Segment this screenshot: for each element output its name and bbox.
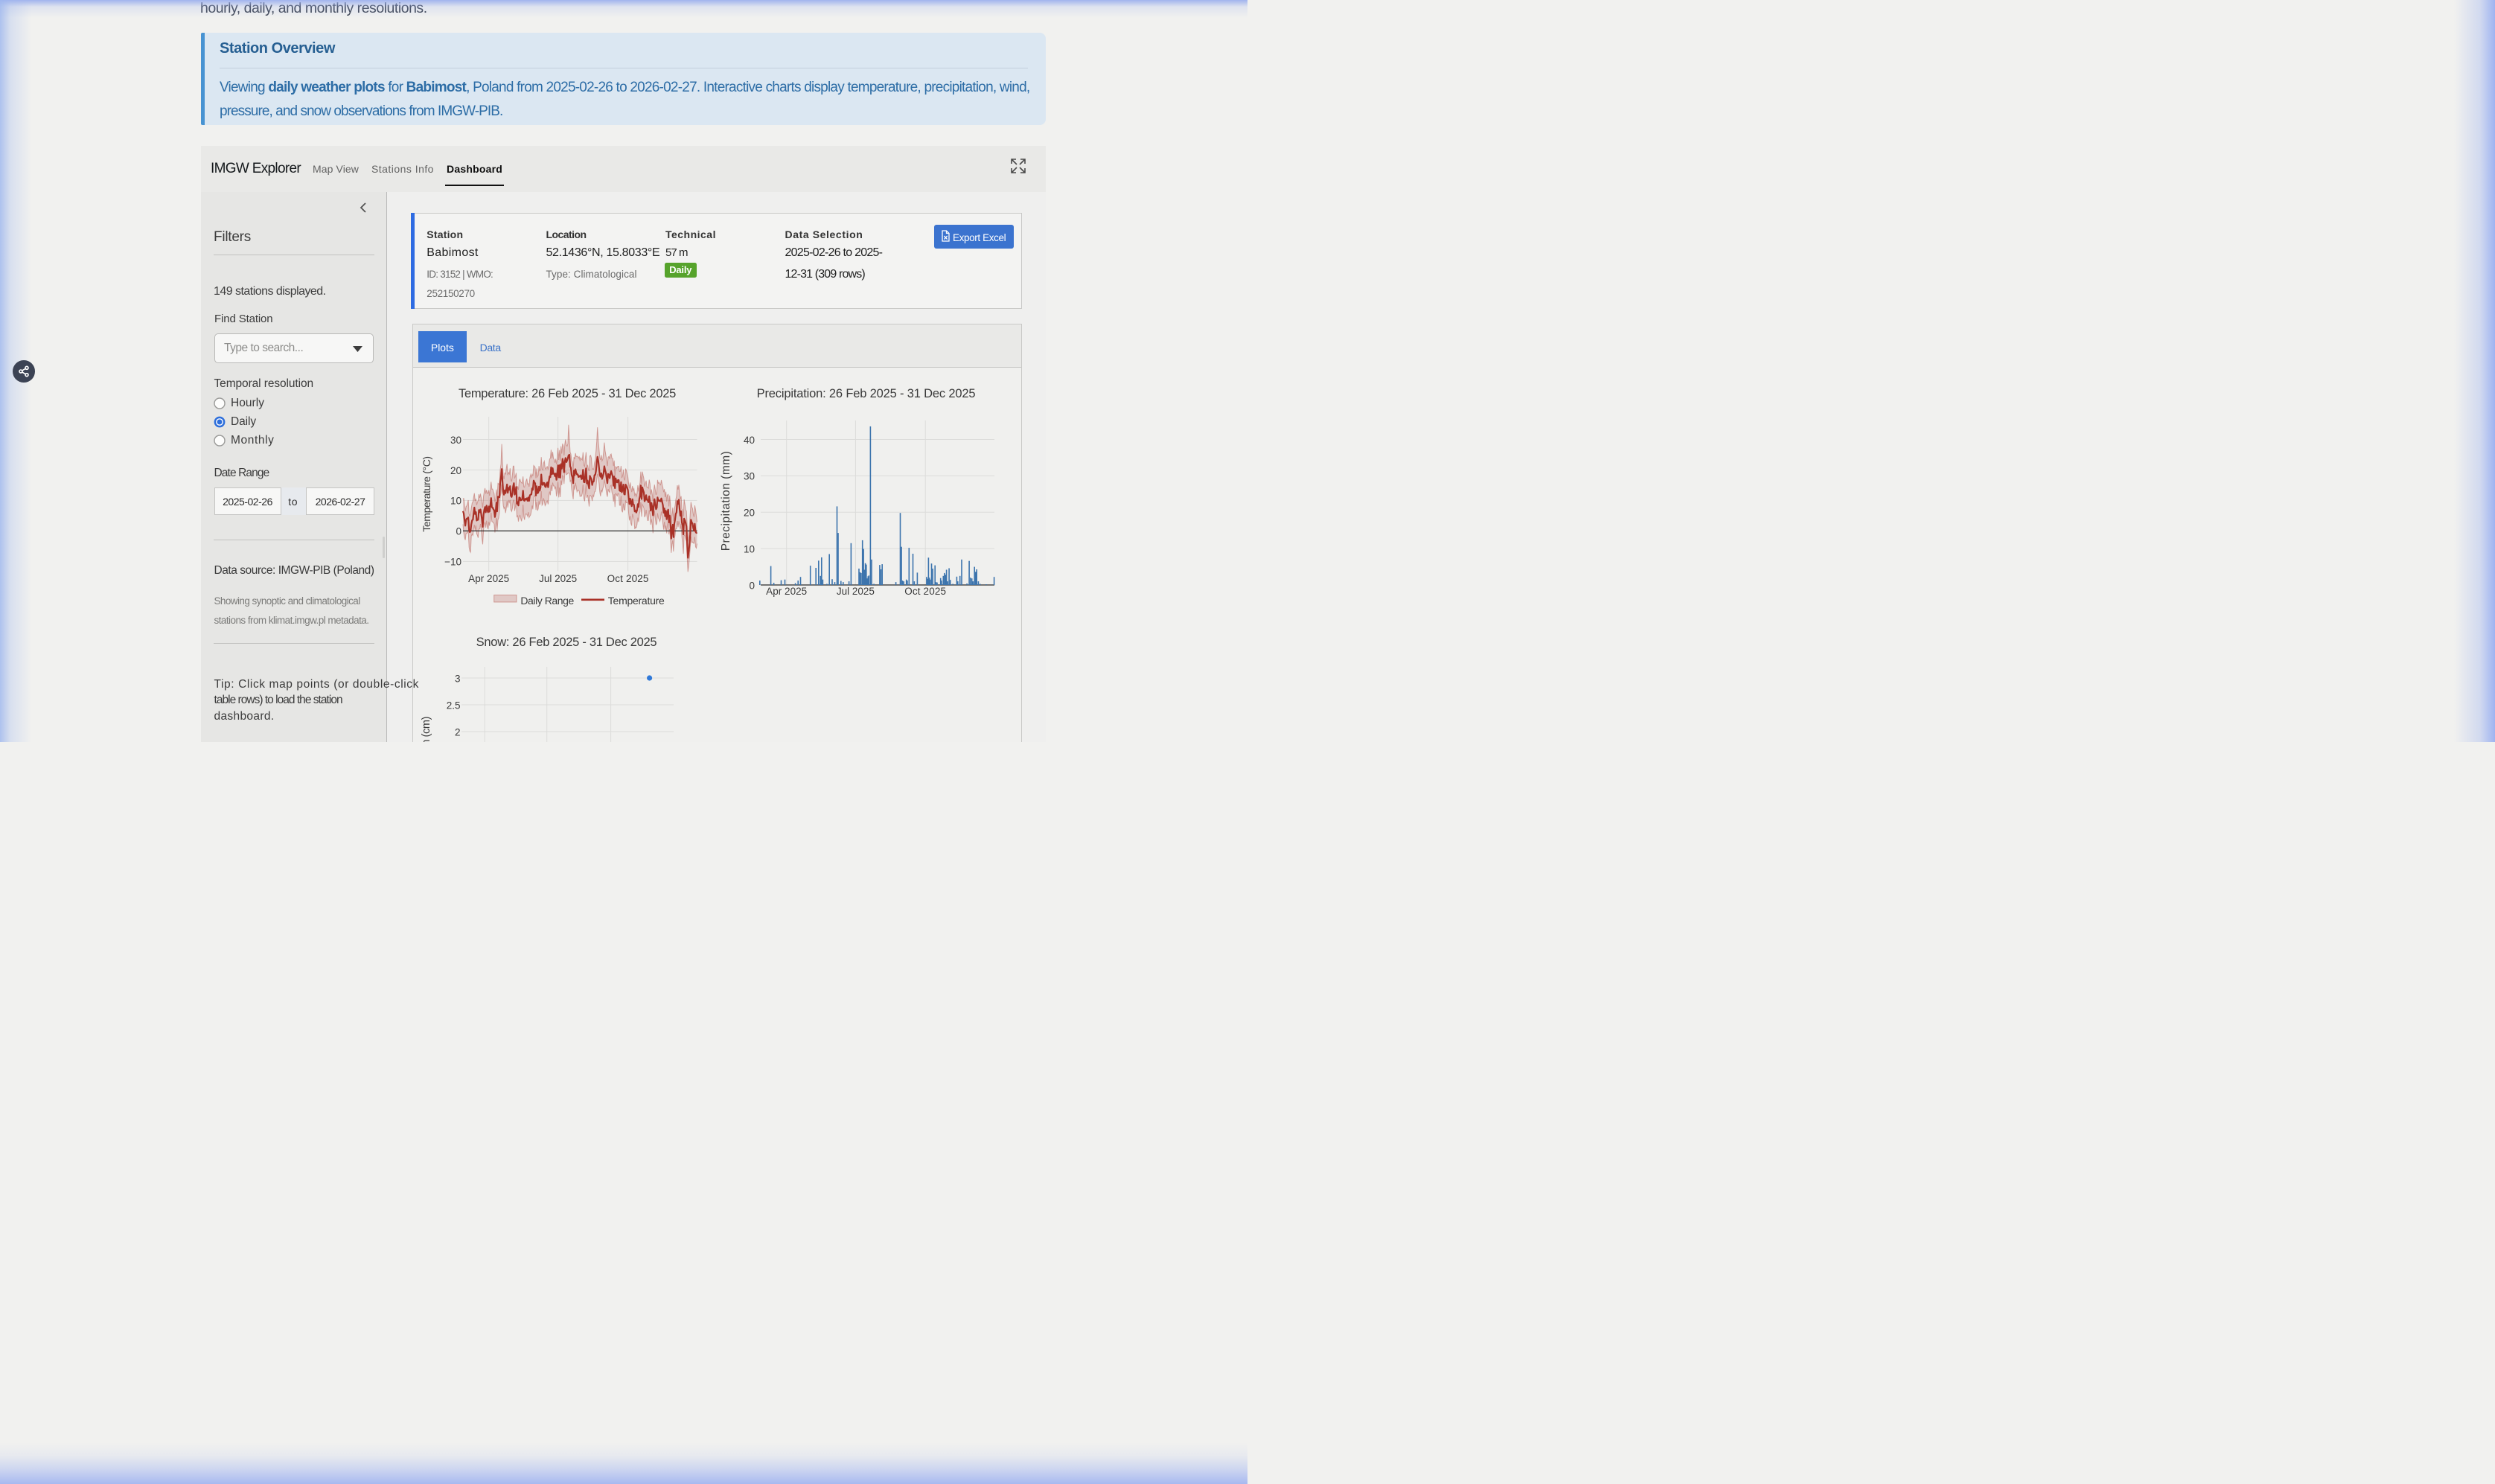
svg-text:0: 0 bbox=[749, 580, 755, 591]
svg-text:30: 30 bbox=[744, 471, 755, 482]
svg-text:Oct 2025: Oct 2025 bbox=[607, 573, 649, 584]
svg-text:Snow Depth (cm): Snow Depth (cm) bbox=[421, 717, 432, 742]
svg-text:40: 40 bbox=[744, 435, 755, 446]
svg-text:Temperature: Temperature bbox=[608, 595, 665, 607]
svg-text:10: 10 bbox=[450, 496, 461, 507]
svg-text:Oct 2025: Oct 2025 bbox=[904, 586, 946, 597]
svg-text:3: 3 bbox=[455, 673, 461, 684]
svg-text:Apr 2025: Apr 2025 bbox=[766, 586, 807, 597]
svg-text:Jul 2025: Jul 2025 bbox=[539, 573, 577, 584]
svg-text:30: 30 bbox=[450, 435, 461, 446]
svg-text:Jul 2025: Jul 2025 bbox=[837, 586, 875, 597]
svg-text:10: 10 bbox=[744, 543, 755, 554]
svg-text:2.5: 2.5 bbox=[447, 700, 461, 711]
svg-text:Temperature: 26 Feb 2025 - 31: Temperature: 26 Feb 2025 - 31 Dec 2025 bbox=[459, 387, 676, 400]
svg-text:−10: −10 bbox=[444, 557, 461, 568]
svg-text:20: 20 bbox=[450, 465, 461, 476]
svg-text:Apr 2025: Apr 2025 bbox=[468, 573, 509, 584]
svg-text:Daily Range: Daily Range bbox=[520, 595, 574, 607]
svg-text:Precipitation (mm): Precipitation (mm) bbox=[720, 451, 732, 551]
svg-text:Precipitation: 26 Feb 2025 - 3: Precipitation: 26 Feb 2025 - 31 Dec 2025 bbox=[757, 387, 976, 400]
svg-text:0: 0 bbox=[456, 526, 461, 537]
svg-text:20: 20 bbox=[744, 508, 755, 519]
svg-text:2: 2 bbox=[455, 726, 461, 738]
svg-text:Snow: 26 Feb 2025 - 31 Dec 202: Snow: 26 Feb 2025 - 31 Dec 2025 bbox=[476, 636, 657, 649]
svg-text:Temperature (°C): Temperature (°C) bbox=[421, 456, 432, 531]
